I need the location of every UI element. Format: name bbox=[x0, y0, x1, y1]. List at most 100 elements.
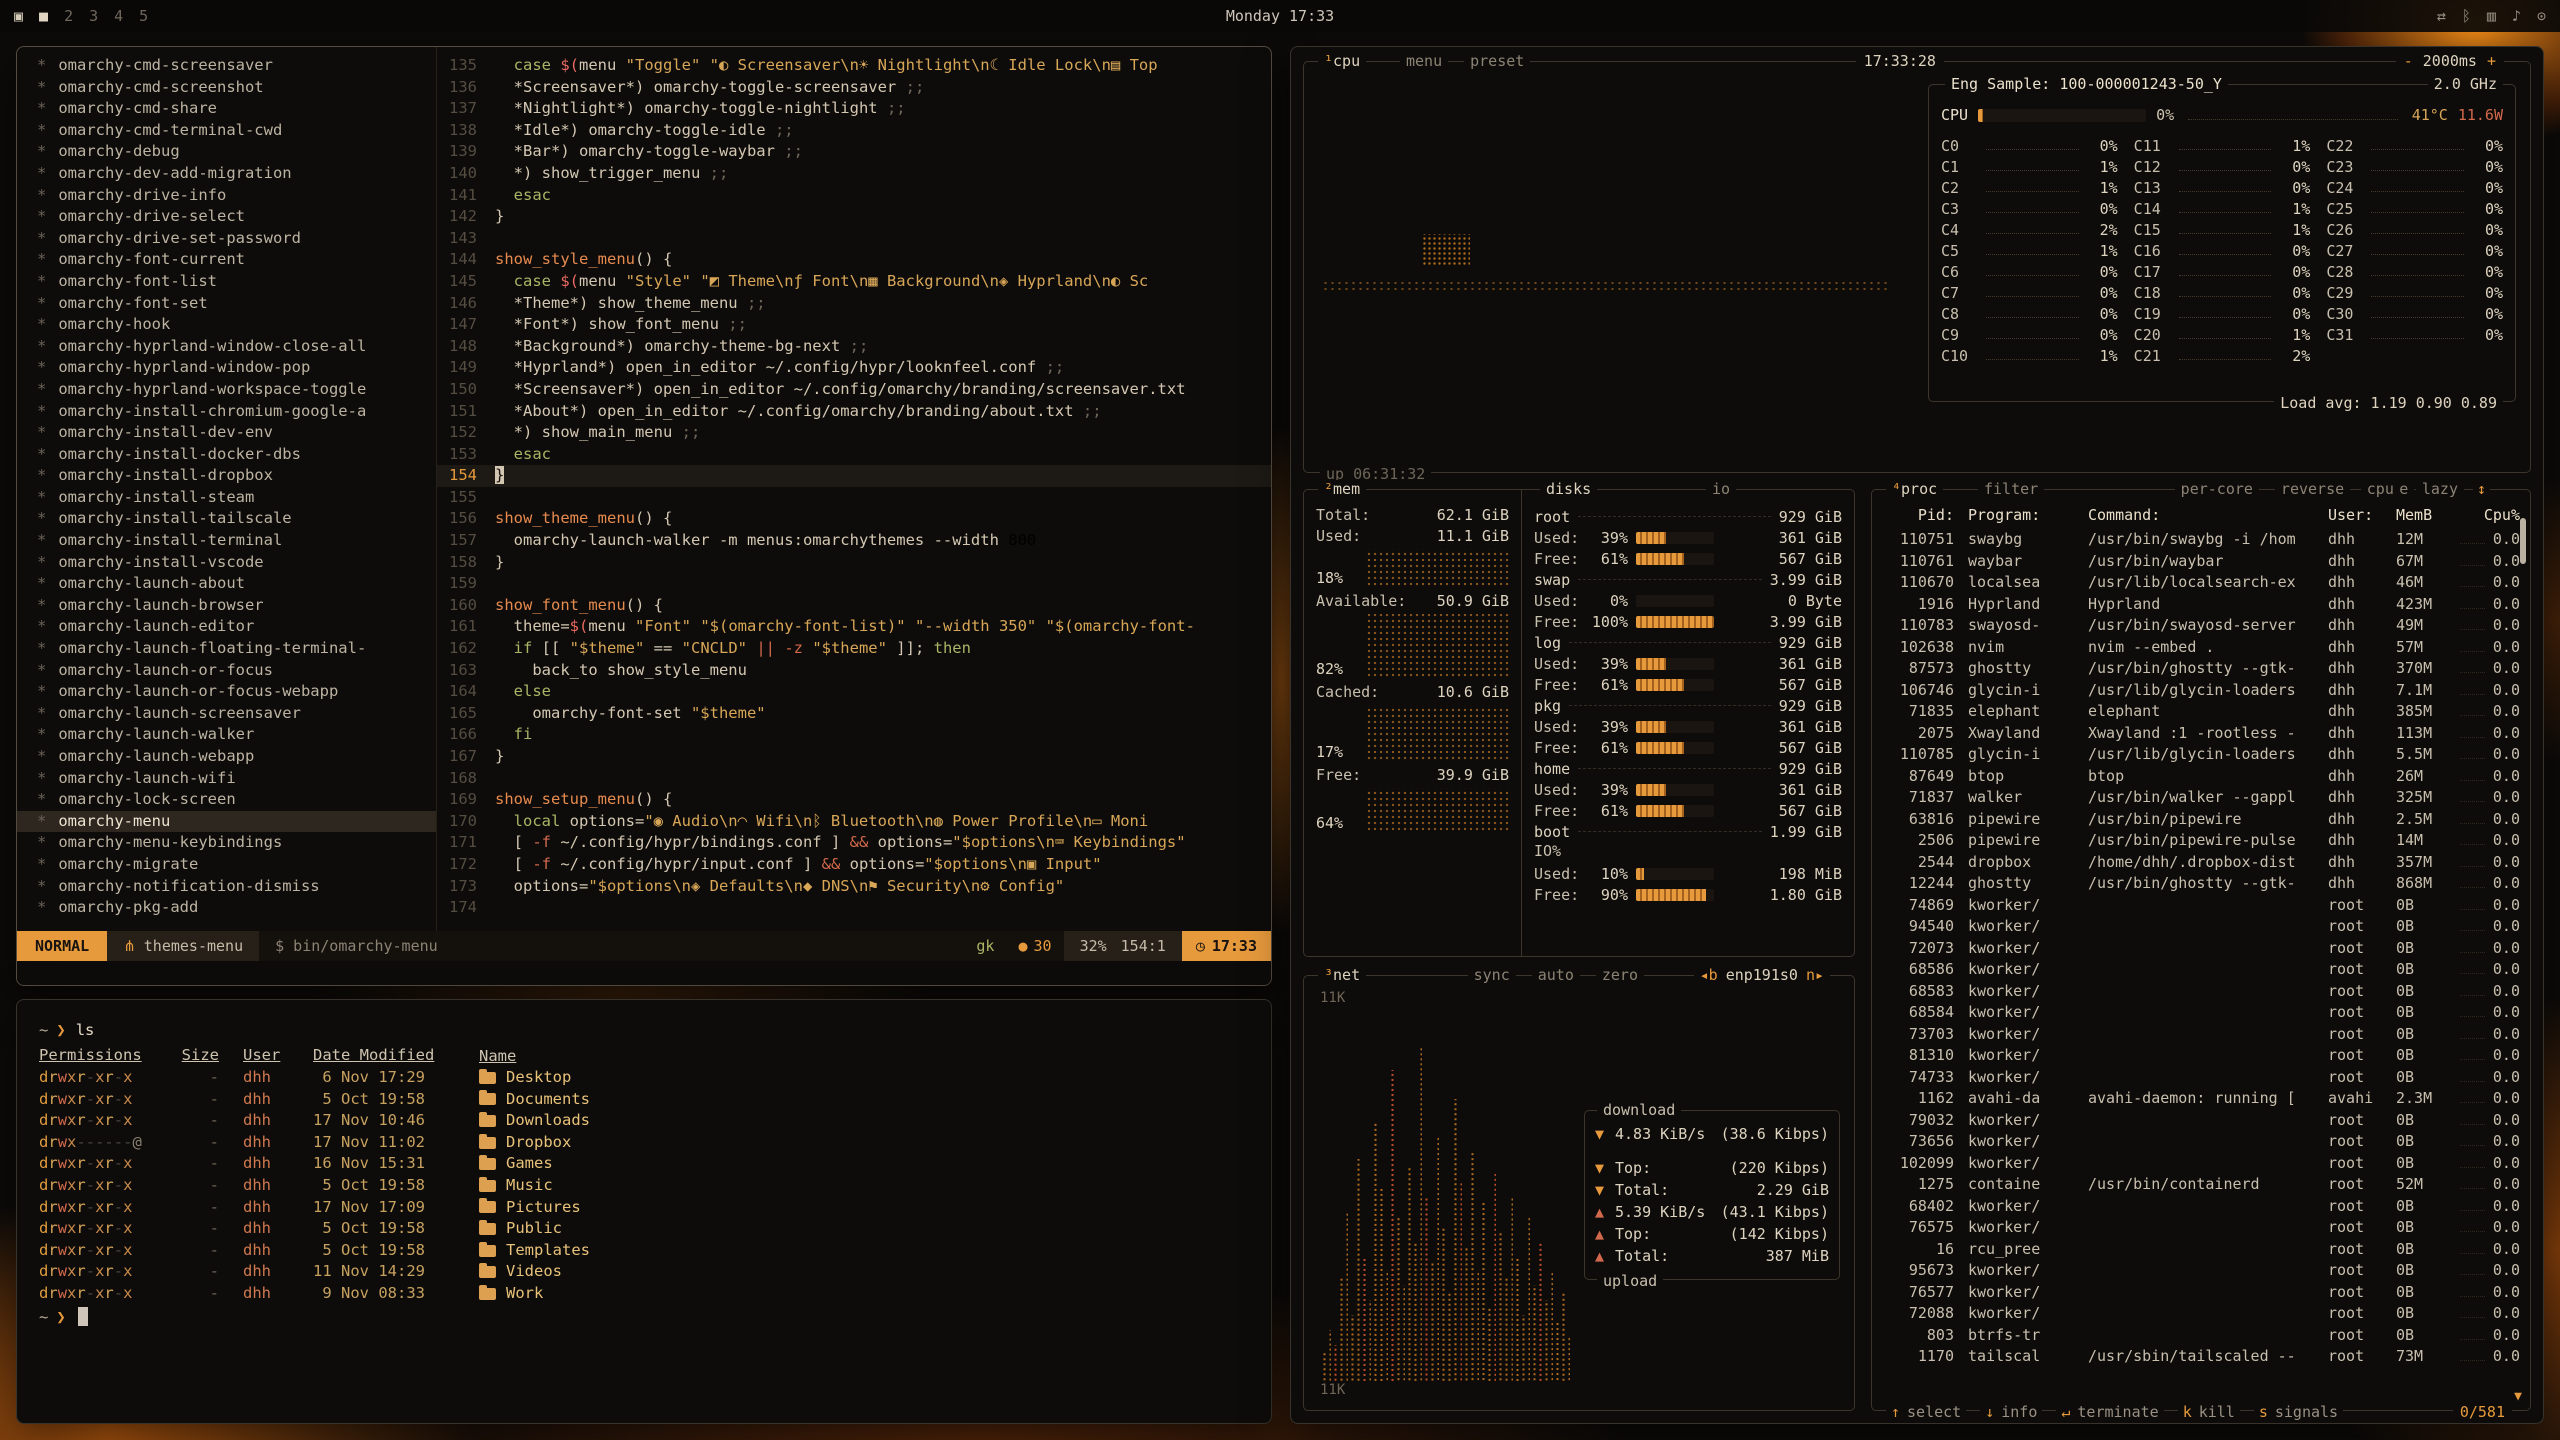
process-row[interactable]: 72073kworker/root0B0.0 bbox=[1884, 938, 2520, 960]
workspace-3[interactable]: 3 bbox=[89, 7, 98, 25]
code-line[interactable]: 155 bbox=[437, 487, 1271, 509]
code-line[interactable]: 141 esac bbox=[437, 185, 1271, 207]
code-line[interactable]: 144show_style_menu() { bbox=[437, 249, 1271, 271]
code-line[interactable]: 170 local options="◉ Audio\n◠ Wifi\nᛒ Bl… bbox=[437, 811, 1271, 833]
file-list-item[interactable]: *omarchy-menu-keybindings bbox=[17, 832, 436, 854]
prev-interface-button[interactable]: ◂b bbox=[1700, 966, 1718, 984]
process-scrollbar[interactable] bbox=[2520, 518, 2526, 564]
file-list-item[interactable]: *omarchy-launch-screensaver bbox=[17, 703, 436, 725]
clock[interactable]: Monday 17:33 bbox=[1226, 7, 1334, 25]
code-line[interactable]: 165 omarchy-font-set "$theme" bbox=[437, 703, 1271, 725]
process-row[interactable]: 16rcu_preeroot0B0.0 bbox=[1884, 1239, 2520, 1261]
file-list-item[interactable]: *omarchy-font-current bbox=[17, 249, 436, 271]
file-list-item[interactable]: *omarchy-hyprland-window-close-all bbox=[17, 336, 436, 358]
proc-header-5[interactable]: Cpu% bbox=[2458, 506, 2520, 529]
omarchy-logo-icon[interactable]: ▣ bbox=[14, 7, 23, 25]
code-line[interactable]: 137 *Nightlight*) omarchy-toggle-nightli… bbox=[437, 98, 1271, 120]
file-list-item[interactable]: *omarchy-cmd-share bbox=[17, 98, 436, 120]
code-line[interactable]: 147 *Font*) show_font_menu ;; bbox=[437, 314, 1271, 336]
file-list-item[interactable]: *omarchy-launch-about bbox=[17, 573, 436, 595]
sort-direction-icon[interactable]: ↕ bbox=[2473, 480, 2490, 498]
process-row[interactable]: 95673kworker/root0B0.0 bbox=[1884, 1260, 2520, 1282]
process-row[interactable]: 87649btopbtopdhh26M0.0 bbox=[1884, 766, 2520, 788]
code-line[interactable]: 163 back_to show_style_menu bbox=[437, 660, 1271, 682]
proc-sort-lazy[interactable]: lazy bbox=[2416, 480, 2464, 498]
file-list-item[interactable]: *omarchy-install-chromium-google-a bbox=[17, 401, 436, 423]
workspace-4[interactable]: 4 bbox=[114, 7, 123, 25]
file-list-item[interactable]: *omarchy-launch-editor bbox=[17, 616, 436, 638]
process-row[interactable]: 102099kworker/root0B0.0 bbox=[1884, 1153, 2520, 1175]
proc-header-2[interactable]: Command: bbox=[2088, 506, 2328, 529]
process-row[interactable]: 71835elephantelephantdhh385M0.0 bbox=[1884, 701, 2520, 723]
net-option-sync[interactable]: sync bbox=[1468, 966, 1516, 984]
code-line[interactable]: 154} bbox=[437, 465, 1271, 487]
process-row[interactable]: 68586kworker/root0B0.0 bbox=[1884, 959, 2520, 981]
file-list-item[interactable]: *omarchy-install-vscode bbox=[17, 552, 436, 574]
file-list-item[interactable]: *omarchy-drive-info bbox=[17, 185, 436, 207]
file-list-item[interactable]: *omarchy-font-list bbox=[17, 271, 436, 293]
proc-header-3[interactable]: User: bbox=[2328, 506, 2396, 529]
process-row[interactable]: 81310kworker/root0B0.0 bbox=[1884, 1045, 2520, 1067]
code-line[interactable]: 171 [ -f ~/.config/hypr/bindings.conf ] … bbox=[437, 832, 1271, 854]
process-row[interactable]: 76577kworker/root0B0.0 bbox=[1884, 1282, 2520, 1304]
cpu-menu-button[interactable]: menu bbox=[1400, 52, 1448, 70]
file-list-item[interactable]: *omarchy-hook bbox=[17, 314, 436, 336]
proc-footer-key[interactable]: ssignals bbox=[2254, 1403, 2343, 1421]
process-row[interactable]: 73703kworker/root0B0.0 bbox=[1884, 1024, 2520, 1046]
prompt-line[interactable]: ~ ❯ bbox=[39, 1305, 1249, 1329]
code-line[interactable]: 143 bbox=[437, 228, 1271, 250]
process-row[interactable]: 2506pipewire/usr/bin/pipewire-pulsedhh14… bbox=[1884, 830, 2520, 852]
code-line[interactable]: 162 if [[ "$theme" == "CNCLD" || -z "$th… bbox=[437, 638, 1271, 660]
proc-option-reverse[interactable]: reverse bbox=[2275, 480, 2350, 498]
process-row[interactable]: 71837walker/usr/bin/walker --gappldhh325… bbox=[1884, 787, 2520, 809]
file-list-item[interactable]: *omarchy-cmd-terminal-cwd bbox=[17, 120, 436, 142]
proc-footer-key[interactable]: kkill bbox=[2178, 1403, 2240, 1421]
interval-increase-button[interactable]: + bbox=[2487, 52, 2496, 70]
bluetooth-icon[interactable]: ᛒ bbox=[2462, 7, 2471, 25]
proc-footer-key[interactable]: ↑select bbox=[1886, 1403, 1966, 1421]
file-list-item[interactable]: *omarchy-hyprland-window-pop bbox=[17, 357, 436, 379]
process-row[interactable]: 110785glycin-i/usr/lib/glycin-loadersdhh… bbox=[1884, 744, 2520, 766]
file-list-item[interactable]: *omarchy-notification-dismiss bbox=[17, 876, 436, 898]
process-row[interactable]: 2075XwaylandXwayland :1 -rootless -dhh11… bbox=[1884, 723, 2520, 745]
proc-header-0[interactable]: Pid: bbox=[1884, 506, 1968, 529]
code-line[interactable]: 150 *Screensaver*) open_in_editor ~/.con… bbox=[437, 379, 1271, 401]
process-row[interactable]: 94540kworker/root0B0.0 bbox=[1884, 916, 2520, 938]
neovim-window[interactable]: *omarchy-cmd-screensaver*omarchy-cmd-scr… bbox=[16, 46, 1272, 986]
file-list-item[interactable]: *omarchy-dev-add-migration bbox=[17, 163, 436, 185]
process-row[interactable]: 79032kworker/root0B0.0 bbox=[1884, 1110, 2520, 1132]
process-row[interactable]: 1916HyprlandHyprlanddhh423M0.0 bbox=[1884, 594, 2520, 616]
proc-header-1[interactable]: Program: bbox=[1968, 506, 2088, 529]
disks-title[interactable]: disks bbox=[1540, 480, 1597, 498]
next-interface-button[interactable]: n▸ bbox=[1806, 966, 1824, 984]
code-line[interactable]: 145 case $(menu "Style" "◩ Theme\nƒ Font… bbox=[437, 271, 1271, 293]
code-line[interactable]: 138 *Idle*) omarchy-toggle-idle ;; bbox=[437, 120, 1271, 142]
code-line[interactable]: 169show_setup_menu() { bbox=[437, 789, 1271, 811]
code-line[interactable]: 152 *) show_main_menu ;; bbox=[437, 422, 1271, 444]
code-line[interactable]: 146 *Theme*) show_theme_menu ;; bbox=[437, 293, 1271, 315]
process-row[interactable]: 2544dropbox/home/dhh/.dropbox-distdhh357… bbox=[1884, 852, 2520, 874]
process-row[interactable]: 1275containe/usr/bin/containerdroot52M0.… bbox=[1884, 1174, 2520, 1196]
code-line[interactable]: 166 fi bbox=[437, 724, 1271, 746]
file-list-item[interactable]: *omarchy-launch-or-focus bbox=[17, 660, 436, 682]
code-line[interactable]: 173 options="$options\n◈ Defaults\n◆ DNS… bbox=[437, 876, 1271, 898]
proc-footer-key[interactable]: ↓info bbox=[1980, 1403, 2042, 1421]
file-list-item[interactable]: *omarchy-install-dropbox bbox=[17, 465, 436, 487]
net-option-auto[interactable]: auto bbox=[1532, 966, 1580, 984]
file-list-item[interactable]: *omarchy-launch-webapp bbox=[17, 746, 436, 768]
volume-icon[interactable]: ♪ bbox=[2512, 7, 2521, 25]
process-row[interactable]: 63816pipewire/usr/bin/pipewiredhh2.5M0.0 bbox=[1884, 809, 2520, 831]
code-line[interactable]: 157 omarchy-launch-walker -m menus:omarc… bbox=[437, 530, 1271, 552]
terminal-window[interactable]: ~ ❯ ls Permissions Size User Date Modifi… bbox=[16, 999, 1272, 1424]
process-row[interactable]: 76575kworker/root0B0.0 bbox=[1884, 1217, 2520, 1239]
workspace-5[interactable]: 5 bbox=[139, 7, 148, 25]
file-list-item[interactable]: *omarchy-drive-set-password bbox=[17, 228, 436, 250]
file-list-item[interactable]: *omarchy-launch-browser bbox=[17, 595, 436, 617]
code-line[interactable]: 156show_theme_menu() { bbox=[437, 508, 1271, 530]
file-list-item[interactable]: *omarchy-install-tailscale bbox=[17, 508, 436, 530]
code-line[interactable]: 142} bbox=[437, 206, 1271, 228]
cpu-preset-button[interactable]: preset bbox=[1464, 52, 1530, 70]
scroll-down-icon[interactable]: ▼ bbox=[2514, 1389, 2522, 1404]
workspace-1[interactable]: ■ bbox=[39, 7, 48, 25]
process-row[interactable]: 106746glycin-i/usr/lib/glycin-loadersdhh… bbox=[1884, 680, 2520, 702]
